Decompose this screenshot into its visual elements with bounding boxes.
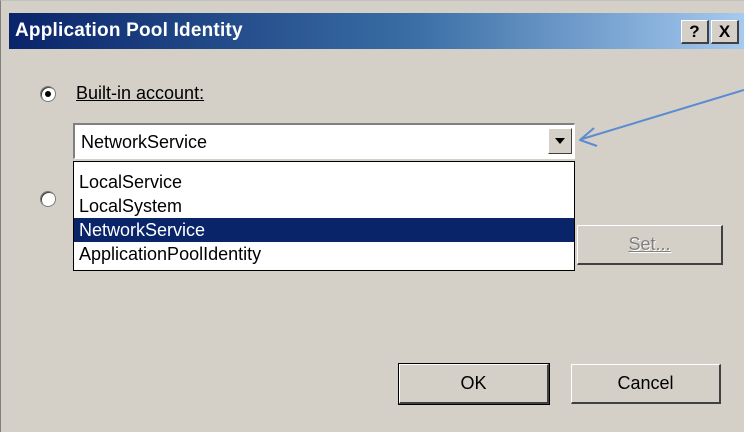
- combo-value: NetworkService: [81, 132, 208, 152]
- window-title: Application Pool Identity: [15, 20, 243, 41]
- ok-button[interactable]: OK: [398, 363, 550, 405]
- close-button[interactable]: X: [711, 20, 739, 44]
- dropdown-option[interactable]: LocalSystem: [74, 194, 574, 218]
- custom-account-radio[interactable]: [40, 191, 56, 207]
- builtin-account-radio[interactable]: [40, 86, 56, 102]
- account-dropdown-list: LocalService LocalSystem NetworkService …: [73, 161, 575, 271]
- radio-dot-icon: [45, 91, 51, 97]
- builtin-account-combo[interactable]: NetworkService: [73, 123, 575, 159]
- dialog-window: Application Pool Identity ? X Built-in a…: [0, 0, 744, 432]
- dropdown-option[interactable]: ApplicationPoolIdentity: [74, 242, 574, 266]
- dropdown-option-selected[interactable]: NetworkService: [74, 218, 574, 242]
- builtin-account-label: Built-in account:: [76, 83, 204, 104]
- help-button[interactable]: ?: [681, 20, 709, 44]
- builtin-account-label-text: Built-in account:: [76, 83, 205, 103]
- dropdown-option[interactable]: LocalService: [74, 170, 574, 194]
- title-bar: Application Pool Identity ? X: [9, 13, 744, 49]
- chevron-down-icon[interactable]: [548, 128, 572, 154]
- set-button[interactable]: Set...: [577, 225, 723, 265]
- cancel-button[interactable]: Cancel: [571, 364, 721, 404]
- set-button-label: Set...: [628, 234, 671, 254]
